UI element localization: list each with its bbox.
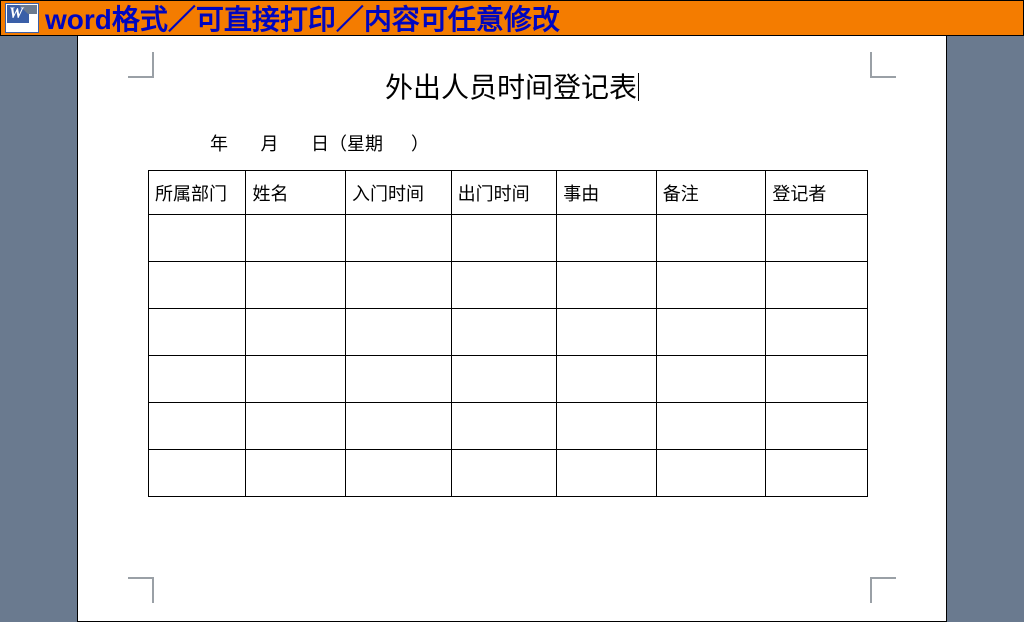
- cell[interactable]: [346, 450, 452, 497]
- document-page[interactable]: 外出人员时间登记表 年 月 日（星期 ） 所属部门 姓名 入门时间 出门时间 事由…: [77, 36, 947, 622]
- table-header-row: 所属部门 姓名 入门时间 出门时间 事由 备注 登记者: [149, 171, 868, 215]
- cell[interactable]: [451, 215, 557, 262]
- cell[interactable]: [557, 262, 657, 309]
- table-row[interactable]: [149, 215, 868, 262]
- cell[interactable]: [246, 262, 346, 309]
- cell[interactable]: [346, 403, 452, 450]
- cell[interactable]: [346, 262, 452, 309]
- table-row[interactable]: [149, 450, 868, 497]
- cell[interactable]: [246, 356, 346, 403]
- col-department[interactable]: 所属部门: [149, 171, 246, 215]
- col-name[interactable]: 姓名: [246, 171, 346, 215]
- weekday-open[interactable]: （星期: [329, 134, 383, 154]
- cell[interactable]: [766, 356, 868, 403]
- cell[interactable]: [557, 215, 657, 262]
- col-remark[interactable]: 备注: [656, 171, 766, 215]
- col-exit-time[interactable]: 出门时间: [451, 171, 557, 215]
- word-document-icon: W: [5, 3, 39, 33]
- cell[interactable]: [656, 356, 766, 403]
- date-line[interactable]: 年 月 日（星期 ）: [182, 130, 876, 156]
- cell[interactable]: [557, 356, 657, 403]
- title-text[interactable]: 外出人员时间登记表: [385, 73, 637, 104]
- cell[interactable]: [557, 403, 657, 450]
- weekday-close[interactable]: ）: [411, 134, 429, 154]
- crop-mark-icon: [128, 577, 154, 603]
- cell[interactable]: [656, 450, 766, 497]
- cell[interactable]: [451, 309, 557, 356]
- cell[interactable]: [149, 450, 246, 497]
- cell[interactable]: [451, 450, 557, 497]
- cell[interactable]: [766, 450, 868, 497]
- cell[interactable]: [246, 309, 346, 356]
- document-content[interactable]: 外出人员时间登记表 年 月 日（星期 ） 所属部门 姓名 入门时间 出门时间 事由…: [148, 66, 876, 497]
- cell[interactable]: [766, 309, 868, 356]
- cell[interactable]: [766, 403, 868, 450]
- cell[interactable]: [766, 262, 868, 309]
- document-title[interactable]: 外出人员时间登记表: [385, 66, 639, 106]
- cell[interactable]: [246, 215, 346, 262]
- cell[interactable]: [557, 450, 657, 497]
- cell[interactable]: [451, 262, 557, 309]
- page-area: 外出人员时间登记表 年 月 日（星期 ） 所属部门 姓名 入门时间 出门时间 事由…: [0, 36, 1024, 622]
- registration-table[interactable]: 所属部门 姓名 入门时间 出门时间 事由 备注 登记者: [148, 170, 868, 497]
- col-registrar[interactable]: 登记者: [766, 171, 868, 215]
- cell[interactable]: [246, 450, 346, 497]
- top-banner: W word格式／可直接打印／内容可任意修改: [0, 0, 1024, 36]
- crop-mark-icon: [870, 577, 896, 603]
- table-row[interactable]: [149, 262, 868, 309]
- cell[interactable]: [557, 309, 657, 356]
- cell[interactable]: [656, 309, 766, 356]
- table-row[interactable]: [149, 403, 868, 450]
- cell[interactable]: [346, 356, 452, 403]
- cell[interactable]: [149, 215, 246, 262]
- cell[interactable]: [656, 215, 766, 262]
- cell[interactable]: [149, 356, 246, 403]
- cell[interactable]: [149, 403, 246, 450]
- cell[interactable]: [451, 356, 557, 403]
- day-label[interactable]: 日: [311, 134, 329, 154]
- table-row[interactable]: [149, 356, 868, 403]
- cell[interactable]: [766, 215, 868, 262]
- col-reason[interactable]: 事由: [557, 171, 657, 215]
- cell[interactable]: [451, 403, 557, 450]
- banner-text: word格式／可直接打印／内容可任意修改: [45, 0, 560, 38]
- cell[interactable]: [346, 215, 452, 262]
- word-icon-letter: W: [9, 4, 23, 24]
- col-entry-time[interactable]: 入门时间: [346, 171, 452, 215]
- cell[interactable]: [656, 403, 766, 450]
- table-row[interactable]: [149, 309, 868, 356]
- text-cursor-icon: [638, 73, 639, 101]
- cell[interactable]: [149, 309, 246, 356]
- table-body: [149, 215, 868, 497]
- cell[interactable]: [149, 262, 246, 309]
- year-label[interactable]: 年: [210, 134, 228, 154]
- cell[interactable]: [246, 403, 346, 450]
- cell[interactable]: [346, 309, 452, 356]
- cell[interactable]: [656, 262, 766, 309]
- month-label[interactable]: 月: [261, 134, 279, 154]
